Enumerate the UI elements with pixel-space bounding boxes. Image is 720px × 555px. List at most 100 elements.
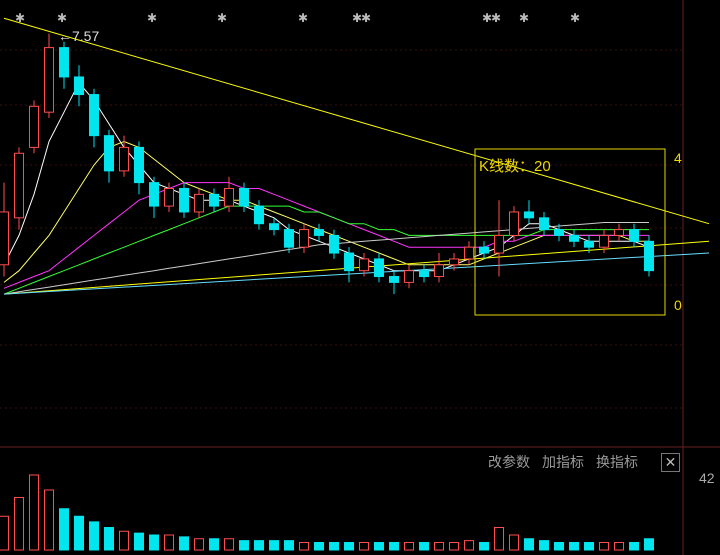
ma10-line bbox=[3, 140, 649, 283]
volume-bar bbox=[254, 540, 264, 551]
candle-down bbox=[539, 217, 549, 231]
candle-down bbox=[284, 229, 294, 248]
event-marker-icon: ✱ bbox=[15, 11, 25, 25]
candlesticks bbox=[0, 33, 654, 295]
volume-bar bbox=[344, 542, 354, 551]
candle-down bbox=[344, 252, 354, 272]
volume-bars bbox=[0, 474, 654, 551]
ma20-line bbox=[3, 182, 649, 289]
candle-down bbox=[149, 182, 159, 207]
switch-indicator-button[interactable]: 换指标 bbox=[596, 452, 638, 472]
uptrend-b-line bbox=[3, 252, 710, 295]
volume-bar bbox=[359, 542, 369, 551]
volume-bar bbox=[464, 540, 474, 551]
candle-down bbox=[209, 193, 219, 207]
candle-up bbox=[359, 258, 369, 272]
ma5-line bbox=[3, 81, 650, 272]
event-marker-icon: ✱ bbox=[217, 11, 227, 25]
candle-down bbox=[389, 276, 399, 283]
volume-bar bbox=[479, 542, 489, 551]
candle-down bbox=[524, 211, 534, 219]
trendline-line bbox=[3, 17, 710, 225]
volume-bar bbox=[89, 521, 99, 551]
high-price-marker: ←7.57 bbox=[58, 28, 100, 44]
price-label-bottom: 0 bbox=[674, 297, 682, 313]
volume-bar bbox=[554, 542, 564, 551]
event-marker-icon: ✱ bbox=[519, 11, 529, 25]
volume-bar bbox=[269, 540, 279, 551]
event-marker-icon: ✱ bbox=[491, 11, 501, 25]
volume-bar bbox=[134, 532, 144, 551]
event-marker-icon: ✱ bbox=[298, 11, 308, 25]
candle-up bbox=[0, 211, 9, 266]
close-indicator-icon[interactable]: ✕ bbox=[661, 453, 680, 472]
volume-bar bbox=[59, 508, 69, 551]
volume-bar bbox=[299, 542, 309, 551]
volume-bar bbox=[524, 538, 534, 551]
volume-bar bbox=[494, 527, 504, 551]
volume-bar bbox=[314, 542, 324, 551]
volume-bar bbox=[449, 542, 459, 551]
candle-up bbox=[14, 152, 24, 219]
volume-bar bbox=[389, 542, 399, 551]
volume-bar bbox=[239, 540, 249, 551]
event-marker-icon: ✱ bbox=[570, 11, 580, 25]
candle-up bbox=[164, 187, 174, 207]
candle-down bbox=[74, 76, 84, 96]
candle-down bbox=[239, 187, 249, 207]
candle-up bbox=[509, 211, 519, 236]
uptrend-a-line bbox=[3, 240, 710, 295]
candle-up bbox=[449, 258, 459, 266]
candle-down bbox=[419, 270, 429, 278]
candle-down bbox=[554, 229, 564, 236]
candle-up bbox=[44, 47, 54, 113]
volume-bar bbox=[434, 542, 444, 551]
candle-down bbox=[104, 135, 114, 172]
volume-bar bbox=[0, 515, 9, 551]
volume-bar bbox=[644, 538, 654, 551]
price-label-top: 4 bbox=[674, 150, 682, 166]
candle-down bbox=[584, 240, 594, 248]
volume-bar bbox=[179, 536, 189, 551]
volume-bar bbox=[44, 489, 54, 551]
volume-bar bbox=[119, 530, 129, 551]
candle-down bbox=[254, 205, 264, 225]
volume-bar bbox=[209, 538, 219, 551]
candle-down bbox=[59, 47, 69, 78]
candle-down bbox=[89, 94, 99, 137]
volume-readout: 42 bbox=[699, 470, 715, 486]
volume-bar bbox=[584, 542, 594, 551]
volume-bar bbox=[374, 542, 384, 551]
event-marker-icon: ✱ bbox=[57, 11, 67, 25]
event-markers: ✱ ✱ ✱ ✱ ✱ ✱✱ ✱✱ ✱ ✱ bbox=[15, 11, 580, 25]
volume-bar bbox=[194, 538, 204, 551]
volume-bar bbox=[509, 534, 519, 551]
candle-down bbox=[134, 146, 144, 184]
candle-up bbox=[299, 229, 309, 248]
volume-bar bbox=[74, 515, 84, 551]
volume-bar bbox=[614, 542, 624, 551]
event-marker-icon: ✱ bbox=[147, 11, 157, 25]
candle-up bbox=[494, 234, 504, 254]
volume-bar bbox=[629, 542, 639, 551]
add-indicator-button[interactable]: 加指标 bbox=[542, 452, 584, 472]
volume-bar bbox=[284, 540, 294, 551]
candle-down bbox=[479, 246, 489, 254]
candle-up bbox=[29, 105, 39, 148]
event-marker-icon: ✱ bbox=[361, 11, 371, 25]
candle-down bbox=[644, 240, 654, 272]
ma60-line bbox=[3, 222, 649, 295]
volume-bar bbox=[224, 538, 234, 551]
volume-bar bbox=[419, 542, 429, 551]
candle-down bbox=[569, 234, 579, 242]
candle-down bbox=[629, 229, 639, 242]
volume-bar bbox=[149, 534, 159, 551]
volume-bar bbox=[164, 534, 174, 551]
indicator-toolbar: 改参数 加指标 换指标 bbox=[488, 451, 638, 473]
candle-up bbox=[194, 193, 204, 213]
volume-bar bbox=[104, 527, 114, 551]
volume-bar bbox=[569, 542, 579, 551]
change-params-button[interactable]: 改参数 bbox=[488, 452, 530, 472]
candle-down bbox=[179, 187, 189, 213]
candle-down bbox=[314, 229, 324, 236]
